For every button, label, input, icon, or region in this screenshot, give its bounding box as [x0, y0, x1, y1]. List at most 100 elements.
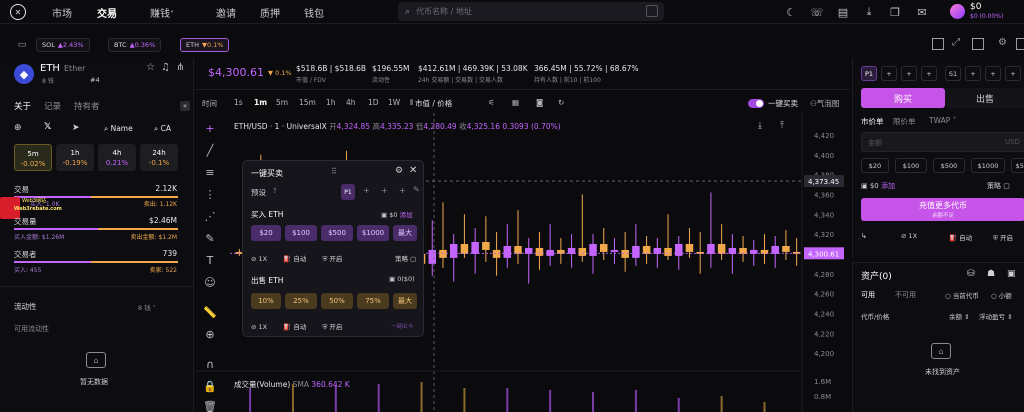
mail-icon[interactable]: ✉ [913, 3, 931, 21]
tab-about[interactable]: 关于 [14, 100, 31, 112]
drag-handle-icon[interactable]: ⠿ [331, 167, 337, 176]
quick-sell-link[interactable]: 一键出卡 [391, 322, 413, 330]
chart-type-icon[interactable]: ⫴ [410, 98, 413, 108]
nav-stake[interactable]: 质押 [260, 5, 280, 20]
settings-icon[interactable]: ⚙ [395, 166, 403, 176]
bubble-map-link[interactable]: ⚇气泡图 [810, 98, 839, 109]
globe-icon[interactable]: ⊕ [14, 123, 22, 133]
trash-icon[interactable]: 🗑 [202, 400, 218, 412]
strategy-toggle[interactable]: 策略 ▢ [987, 181, 1010, 191]
mode-toggle[interactable]: 市值 / 价格 [415, 98, 452, 109]
bell-icon[interactable]: ♫ [161, 62, 170, 73]
preset-s1[interactable]: S1 [945, 66, 961, 81]
wallet-icon[interactable]: ▣ [1007, 269, 1016, 279]
logo-icon[interactable]: ✕ [10, 4, 26, 20]
gas-value[interactable]: 自动 [293, 255, 306, 263]
brush-icon[interactable]: ✎ [202, 232, 218, 248]
sell-25[interactable]: 25% [285, 293, 317, 309]
gas-value[interactable]: 自动 [293, 323, 306, 331]
buy-tab[interactable]: 购买 [861, 88, 945, 108]
preset-add-1[interactable]: + [881, 66, 897, 81]
col-balance[interactable]: 余额 ⇕ [949, 311, 970, 321]
interval-1d[interactable]: 1D [368, 98, 379, 107]
lock-icon[interactable]: 🔒 [202, 380, 218, 396]
timeframe-5m[interactable]: 5m -0.02% [14, 144, 52, 171]
sell-10[interactable]: 10% [251, 293, 281, 309]
search-input[interactable]: ⌕ 代币名称 / 地址 [398, 2, 664, 21]
sell-max[interactable]: 最大 [393, 293, 417, 309]
interval-1w[interactable]: 1W [388, 98, 400, 107]
sidebar-toggle-icon[interactable] [1016, 38, 1024, 50]
layout-icon[interactable] [932, 38, 944, 50]
deposit-button[interactable]: 充值更多代币 余额不足 [861, 198, 1024, 221]
mev-setting[interactable]: ⛨ 开启 [993, 232, 1013, 243]
copy-icon[interactable]: ❐ [886, 3, 904, 21]
clipboard-icon[interactable]: ▤ [834, 3, 852, 21]
text-icon[interactable]: T [202, 254, 218, 270]
grid-icon[interactable]: ▦ [512, 98, 519, 107]
filter-current-token[interactable]: ○ 当前代币 [945, 290, 979, 300]
robot-icon[interactable]: ☗ [987, 269, 995, 279]
preset-p1[interactable]: P1 [341, 184, 355, 200]
order-limit[interactable]: 限价单 [893, 116, 916, 127]
channel-icon[interactable]: ⋮ [202, 188, 218, 204]
order-market[interactable]: 市价单 [861, 116, 884, 127]
ticker-btc[interactable]: BTC ▲0.36% [108, 38, 162, 52]
fullscreen-icon[interactable]: ⤢ [952, 37, 960, 48]
ticker-sol[interactable]: SOL ▲2.43% [36, 38, 90, 52]
timeframe-24h[interactable]: 24h -0.1% [140, 144, 178, 171]
settings-icon[interactable]: ⚙ [998, 37, 1007, 48]
name-search-link[interactable]: ⌕ Name [104, 124, 133, 134]
filter-small[interactable]: ○ 小额 [991, 290, 1012, 300]
buy-max[interactable]: 最大 [393, 225, 417, 241]
star-icon[interactable]: ☆ [146, 62, 155, 73]
edit-icon[interactable]: ✎ [413, 185, 420, 194]
magnet-icon[interactable]: ∩ [202, 358, 218, 374]
sell-50[interactable]: 50% [321, 293, 353, 309]
scroll-down-icon[interactable]: ⤓ [758, 121, 762, 131]
buy-20[interactable]: $20 [251, 225, 281, 241]
add-funds-link[interactable]: 添加 [400, 211, 413, 219]
scroll-up-icon[interactable]: ⤒ [780, 121, 784, 131]
slippage-value[interactable]: 1X [259, 255, 268, 263]
sell-tab[interactable]: 出售 [945, 88, 1024, 108]
order-twap[interactable]: TWAP ˅ [929, 116, 956, 125]
nav-wallet[interactable]: 钱包 [304, 5, 324, 20]
amount-1000[interactable]: $1000 [971, 158, 1005, 173]
col-pnl[interactable]: 浮动盈亏 ⇕ [979, 311, 1013, 321]
liquidity-dropdown[interactable]: 8 钱 ˅ [138, 302, 156, 312]
mev-value[interactable]: 开启 [329, 255, 342, 263]
x-twitter-icon[interactable]: 𝕏 [44, 122, 51, 132]
indicator-icon[interactable]: ⚟ [488, 98, 495, 107]
preset-p1[interactable]: P1 [861, 66, 877, 81]
tab-holders[interactable]: 持有者 [74, 100, 100, 112]
collapse-icon[interactable]: « [180, 101, 190, 111]
tab-records[interactable]: 记录 [44, 100, 61, 112]
amount-100[interactable]: $100 [895, 158, 927, 173]
share-icon[interactable]: ⋔ [176, 62, 184, 73]
add-funds-link[interactable]: 添加 [881, 182, 895, 190]
interval-4h[interactable]: 4h [346, 98, 356, 107]
buy-1000[interactable]: $1000 [357, 225, 389, 241]
buy-500[interactable]: $500 [321, 225, 353, 241]
pattern-icon[interactable]: ⋰ [202, 210, 218, 226]
preset-add-1[interactable]: + [363, 186, 370, 195]
trendline-icon[interactable]: ╱ [202, 144, 218, 160]
preset-add-2[interactable]: + [381, 186, 388, 195]
preset-add-3[interactable]: + [399, 186, 406, 195]
amount-20[interactable]: $20 [861, 158, 889, 173]
ticker-eth[interactable]: ETH ▼0.1% [180, 38, 230, 52]
interval-15m[interactable]: 15m [299, 98, 316, 107]
nav-earn[interactable]: 赚钱˅ [150, 5, 174, 20]
timeframe-4h[interactable]: 4h 0.21% [98, 144, 136, 171]
preset-add-6[interactable]: + [1005, 66, 1021, 81]
assets-tab-available[interactable]: 可用 [861, 290, 875, 300]
close-icon[interactable]: ✕ [409, 165, 417, 176]
telegram-icon[interactable]: ➤ [72, 123, 80, 133]
token-filter-icon[interactable]: ⛁ [967, 269, 975, 279]
strategy-toggle[interactable]: 策略 ▢ [395, 253, 416, 263]
monitor-icon[interactable]: ▭ [16, 39, 28, 50]
mev-value[interactable]: 开启 [329, 323, 342, 331]
zoom-icon[interactable]: ⊕ [202, 328, 218, 344]
ruler-icon[interactable]: 📏 [202, 306, 218, 322]
